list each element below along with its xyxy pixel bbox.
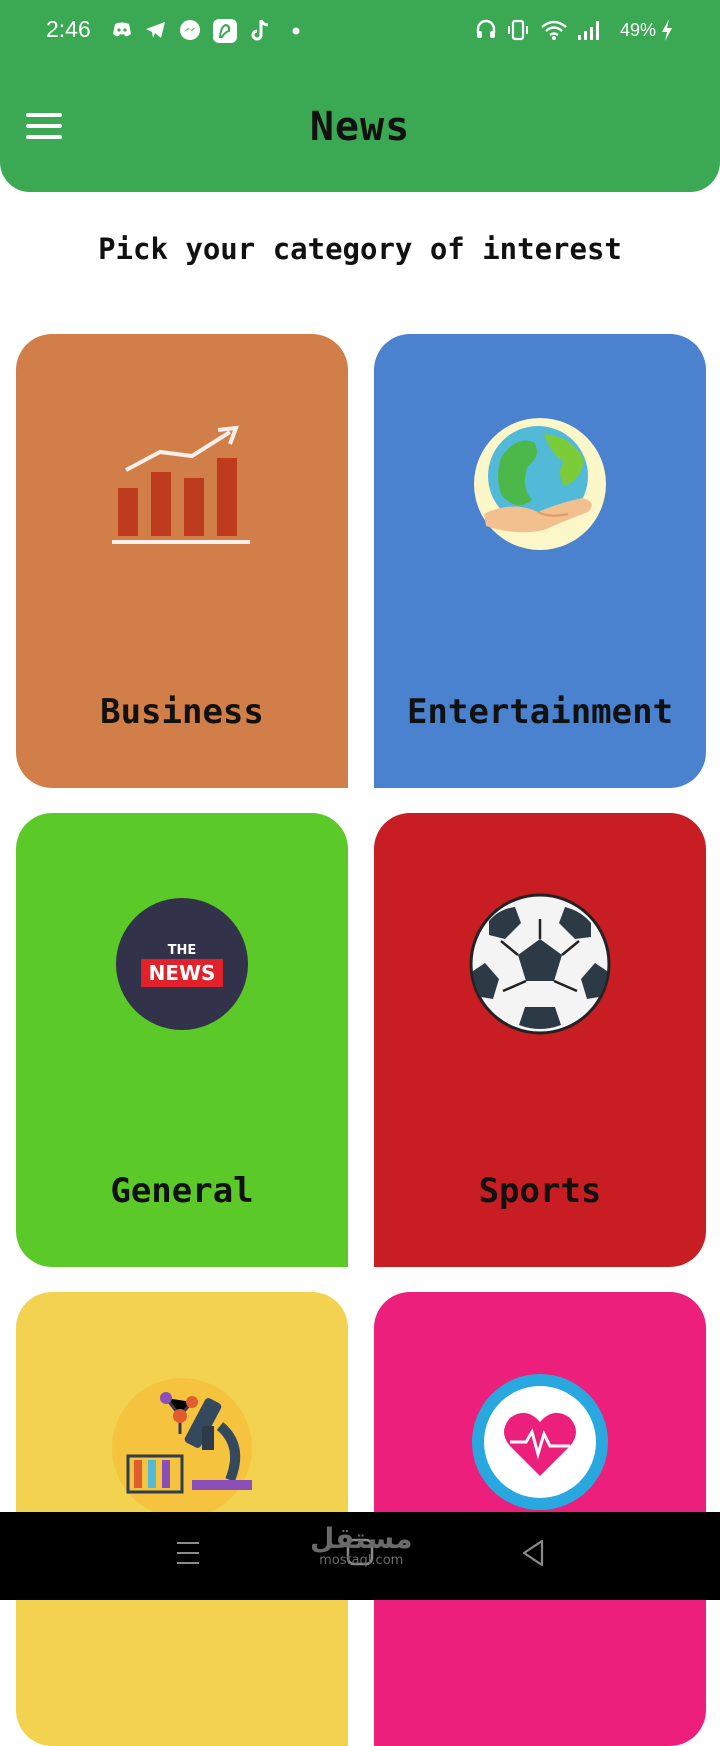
heart-health-icon <box>472 1374 608 1510</box>
category-card-entertainment[interactable]: Entertainment <box>374 334 706 788</box>
category-prompt: Pick your category of interest <box>98 232 622 266</box>
dot-icon <box>292 27 300 35</box>
telegram-icon <box>146 22 165 38</box>
wifi-icon <box>541 20 567 40</box>
page-title: News <box>309 104 411 150</box>
discord-icon <box>113 22 131 37</box>
category-label-general: General <box>110 1171 254 1211</box>
signal-icon <box>578 21 599 40</box>
category-label-entertainment: Entertainment <box>406 692 674 732</box>
tiktok-icon <box>251 19 269 41</box>
watermark-latin: mostaql.com <box>319 1553 404 1568</box>
watermark: مستقل mostaql.com <box>310 1524 412 1568</box>
recent-apps-icon[interactable] <box>174 1538 202 1568</box>
vibrate-icon <box>508 19 528 41</box>
news-badge-top: THE <box>168 943 197 958</box>
category-card-general[interactable]: THE NEWS General <box>16 813 348 1267</box>
watermark-arabic: مستقل <box>310 1522 413 1555</box>
status-bar: 2:46 49% <box>0 0 720 66</box>
category-label-sports: Sports <box>478 1171 602 1211</box>
headset-icon <box>476 19 496 38</box>
science-microscope-icon <box>112 1378 252 1516</box>
battery-percent: 49% <box>620 20 657 40</box>
status-time: 2:46 <box>46 16 91 42</box>
category-card-business[interactable]: Business <box>16 334 348 788</box>
category-label-business: Business <box>100 692 264 732</box>
globe-hands-icon <box>474 418 606 550</box>
charging-icon <box>662 19 672 41</box>
app-icon <box>213 19 237 43</box>
soccer-ball-icon <box>469 893 611 1035</box>
messenger-icon <box>180 20 200 40</box>
category-card-sports[interactable]: Sports <box>374 813 706 1267</box>
the-news-badge-icon: THE NEWS <box>116 898 248 1030</box>
bar-chart-growth-icon <box>112 425 250 544</box>
news-badge-bottom: NEWS <box>149 961 216 985</box>
back-icon[interactable] <box>520 1538 546 1568</box>
